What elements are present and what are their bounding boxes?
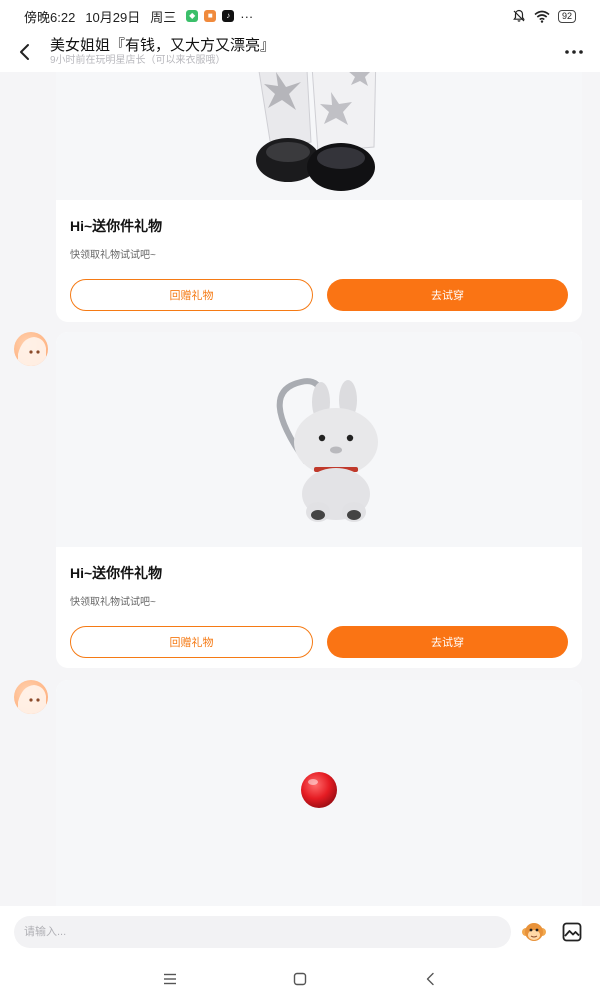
- image-button[interactable]: [558, 918, 586, 946]
- avatar[interactable]: [14, 680, 48, 714]
- avatar[interactable]: [14, 332, 48, 366]
- gift-image-red-ball: [56, 680, 582, 908]
- status-weekday: 周三: [150, 9, 177, 25]
- gift-card: Hi~送你件礼物 快领取礼物试试吧~ 回赠礼物 去试穿: [56, 72, 582, 322]
- status-date: 10月29日: [85, 9, 141, 25]
- try-on-button[interactable]: 去试穿: [327, 279, 568, 311]
- avatar-face-icon: [18, 337, 46, 366]
- battery-indicator: 92: [557, 9, 576, 23]
- system-back-button[interactable]: [365, 959, 495, 999]
- more-options-button[interactable]: [562, 40, 586, 64]
- message-input[interactable]: [14, 916, 511, 948]
- message-input-bar: [0, 906, 600, 958]
- gift-image-boots: [56, 72, 582, 200]
- header-title-block: 美女姐姐『有钱，又大方又漂亮』 9小时前在玩明星店长（可以来衣服哦）: [50, 37, 275, 67]
- gift-card: Hi~送你件礼物 快领取礼物试试吧~ 回赠礼物 去试穿: [56, 332, 582, 668]
- back-button[interactable]: [4, 32, 44, 72]
- chevron-left-icon: [426, 972, 434, 986]
- bunny-backpack-image: [276, 378, 378, 522]
- chat-header: 美女姐姐『有钱，又大方又漂亮』 9小时前在玩明星店长（可以来衣服哦）: [0, 32, 600, 72]
- chat-title: 美女姐姐『有钱，又大方又漂亮』: [50, 37, 276, 54]
- monkey-emoji-icon: [522, 923, 547, 941]
- image-icon: [562, 922, 582, 942]
- wifi-icon: [534, 10, 550, 23]
- gift-image-bunny-backpack: [56, 332, 582, 547]
- gift-card-actions: 回赠礼物 去试穿: [56, 608, 582, 658]
- app-notification-icon: ■: [204, 10, 217, 22]
- mute-bell-icon: [513, 9, 525, 22]
- gift-card-actions: 回赠礼物 去试穿: [56, 261, 582, 311]
- chat-subtitle: 9小时前在玩明星店长（可以来衣服哦）: [50, 55, 226, 66]
- recent-apps-button[interactable]: [105, 959, 235, 999]
- return-gift-button[interactable]: 回赠礼物: [70, 279, 313, 311]
- status-bar: 傍晚6:22 10月29日 周三 ◆ ■ ♪ ··· 92: [0, 0, 600, 32]
- more-dots-icon: [565, 50, 583, 54]
- status-time: 傍晚6:22: [24, 9, 76, 25]
- system-navigation-bar: [0, 958, 600, 1000]
- chat-area[interactable]: Hi~送你件礼物 快领取礼物试试吧~ 回赠礼物 去试穿 Hi~送你件礼物 快领取…: [0, 72, 600, 908]
- chevron-left-icon: [20, 44, 29, 60]
- try-on-button[interactable]: 去试穿: [327, 626, 568, 658]
- home-square-icon: [293, 972, 307, 986]
- app-notification-icon: ◆: [186, 10, 199, 22]
- boots-image: [256, 72, 377, 191]
- home-button[interactable]: [235, 959, 365, 999]
- gift-card-title: Hi~送你件礼物: [70, 565, 163, 581]
- gift-card: [56, 680, 582, 908]
- red-ball-image: [301, 772, 337, 808]
- gift-card-description: 快领取礼物试试吧~: [70, 250, 156, 261]
- avatar-face-icon: [18, 685, 46, 714]
- sticker-button[interactable]: [521, 918, 549, 946]
- return-gift-button[interactable]: 回赠礼物: [70, 626, 313, 658]
- tiktok-icon: ♪: [222, 10, 235, 22]
- gift-card-description: 快领取礼物试试吧~: [70, 597, 156, 608]
- gift-card-title: Hi~送你件礼物: [70, 218, 163, 234]
- menu-lines-icon: [164, 973, 176, 985]
- more-notifications-icon: ···: [240, 8, 254, 24]
